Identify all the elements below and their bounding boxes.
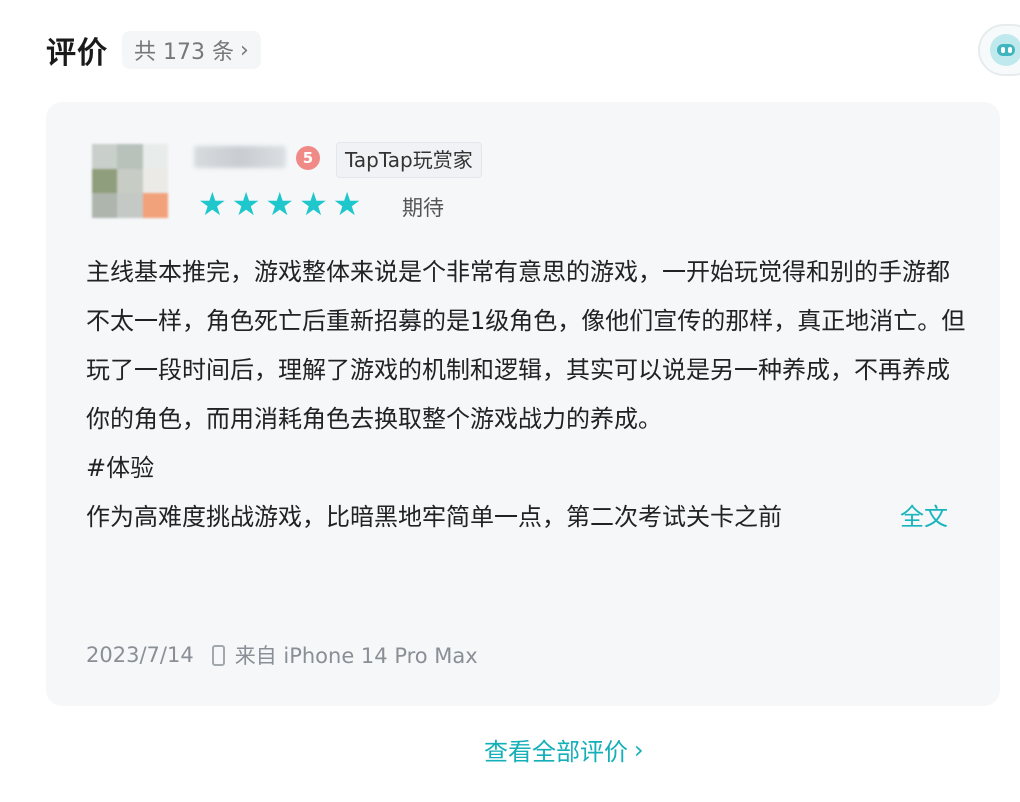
review-count-label: 共 173 条 — [134, 40, 234, 65]
view-all-label: 查看全部评价 — [484, 738, 628, 766]
review-date: 2023/7/14 — [86, 643, 194, 667]
phone-icon — [211, 644, 225, 666]
expand-full-text-link[interactable]: 全文 — [900, 493, 948, 542]
chevron-right-icon: › — [634, 735, 644, 764]
avatar[interactable] — [92, 144, 168, 218]
reviews-header: 评价 共 173 条 › — [46, 28, 261, 72]
level-badge-icon: 5 — [296, 146, 320, 170]
bot-face-icon — [990, 34, 1020, 66]
star-icon: ★ — [198, 185, 227, 223]
review-hashtag: #体验 — [86, 454, 155, 482]
rating-label: 期待 — [402, 196, 444, 220]
rating-stars: ★ ★ ★ ★ ★ — [198, 186, 361, 222]
review-device: 来自 iPhone 14 Pro Max — [234, 644, 478, 668]
review-text: 主线基本推完，游戏整体来说是个非常有意思的游戏，一开始玩觉得和别的手游都不太一样… — [86, 248, 966, 542]
section-title: 评价 — [46, 36, 108, 71]
assistant-bot-button[interactable] — [978, 24, 1020, 76]
review-card: 5 TapTap玩赏家 ★ ★ ★ ★ ★ 期待 主线基本推完，游戏整体来说是个… — [46, 102, 1000, 706]
review-truncated-text: 作为高难度挑战游戏，比暗黑地牢简单一点，第二次考试关卡之前 — [86, 503, 782, 531]
view-all-reviews-link[interactable]: 查看全部评价 › — [484, 732, 644, 767]
chevron-right-icon: › — [239, 37, 249, 63]
review-truncated-line: 作为高难度挑战游戏，比暗黑地牢简单一点，第二次考试关卡之前 全文 — [86, 493, 966, 542]
username-redacted[interactable] — [194, 146, 286, 168]
star-icon: ★ — [265, 185, 295, 223]
user-title-badge: TapTap玩赏家 — [336, 142, 482, 178]
review-count-button[interactable]: 共 173 条 › — [122, 31, 261, 69]
star-icon: ★ — [231, 185, 261, 223]
review-meta: 2023/7/14 来自 iPhone 14 Pro Max — [86, 640, 478, 670]
star-icon: ★ — [332, 185, 362, 223]
review-paragraph: 主线基本推完，游戏整体来说是个非常有意思的游戏，一开始玩觉得和别的手游都不太一样… — [86, 258, 966, 433]
star-icon: ★ — [299, 185, 328, 223]
